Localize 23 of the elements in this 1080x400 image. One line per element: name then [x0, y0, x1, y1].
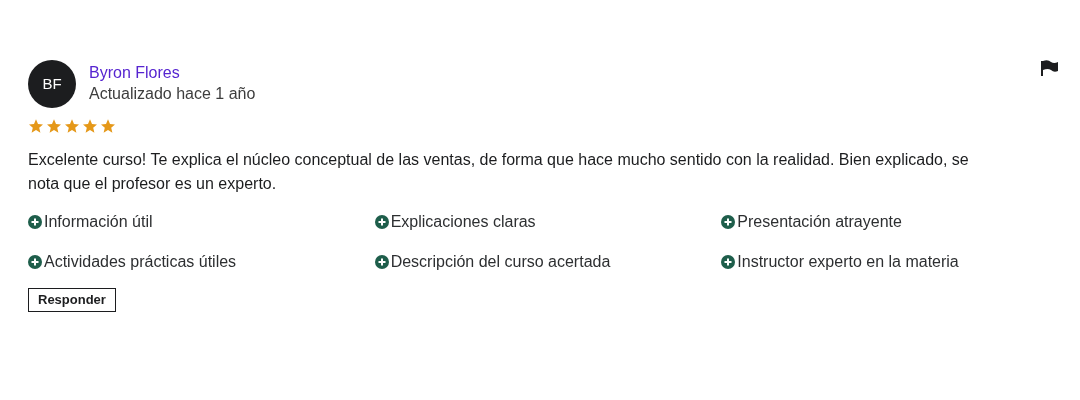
star-icon: [100, 118, 116, 134]
star-icon: [64, 118, 80, 134]
plus-circle-icon: [28, 215, 42, 229]
tag-label: Información útil: [44, 212, 153, 232]
author-name[interactable]: Byron Flores: [89, 63, 256, 83]
plus-circle-icon: [721, 215, 736, 229]
star-icon: [46, 118, 62, 134]
tag-label: Explicaciones claras: [390, 212, 536, 232]
flag-icon[interactable]: [1040, 60, 1058, 76]
tag-label: Instructor experto en la materia: [737, 252, 959, 272]
plus-circle-icon: [374, 215, 389, 229]
tag-label: Presentación atrayente: [737, 212, 902, 232]
reply-button[interactable]: Responder: [28, 288, 116, 312]
tag-label: Descripción del curso acertada: [390, 252, 611, 272]
star-icon: [28, 118, 44, 134]
plus-circle-icon: [374, 255, 389, 269]
plus-circle-icon: [28, 255, 42, 269]
updated-time: Actualizado hace 1 año: [89, 84, 256, 104]
tag-label: Actividades prácticas útiles: [44, 252, 237, 272]
star-icon: [82, 118, 98, 134]
review-text: Excelente curso! Te explica el núcleo conceptual de las ventas, de forma que hace mucho sentido con la realidad. Bien explicado, se nota que el profesor es un experto.: [28, 150, 970, 194]
plus-circle-icon: [721, 255, 736, 269]
avatar: BF: [28, 60, 76, 108]
